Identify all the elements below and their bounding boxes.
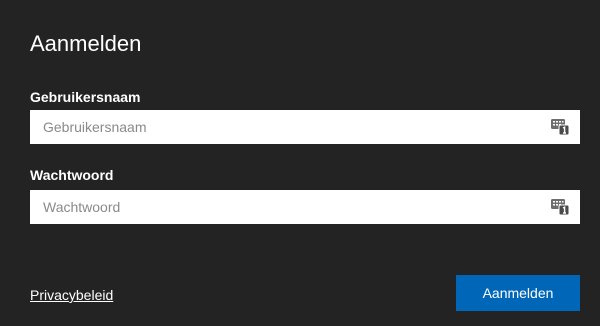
sign-in-dialog: Aanmelden Gebruikersnaam Wachtwoord bbox=[0, 0, 600, 326]
password-manager-keys-icon[interactable] bbox=[551, 199, 569, 215]
password-field-container bbox=[30, 190, 580, 224]
dialog-title: Aanmelden bbox=[30, 31, 142, 56]
username-field-container bbox=[30, 110, 580, 144]
username-input[interactable] bbox=[31, 111, 541, 143]
password-label: Wachtwoord bbox=[30, 167, 114, 183]
username-label: Gebruikersnaam bbox=[30, 89, 141, 105]
privacy-policy-link[interactable]: Privacybeleid bbox=[30, 286, 113, 304]
password-input[interactable] bbox=[31, 191, 541, 223]
password-manager-keys-icon[interactable] bbox=[551, 119, 569, 135]
sign-in-button[interactable]: Aanmelden bbox=[456, 275, 580, 311]
